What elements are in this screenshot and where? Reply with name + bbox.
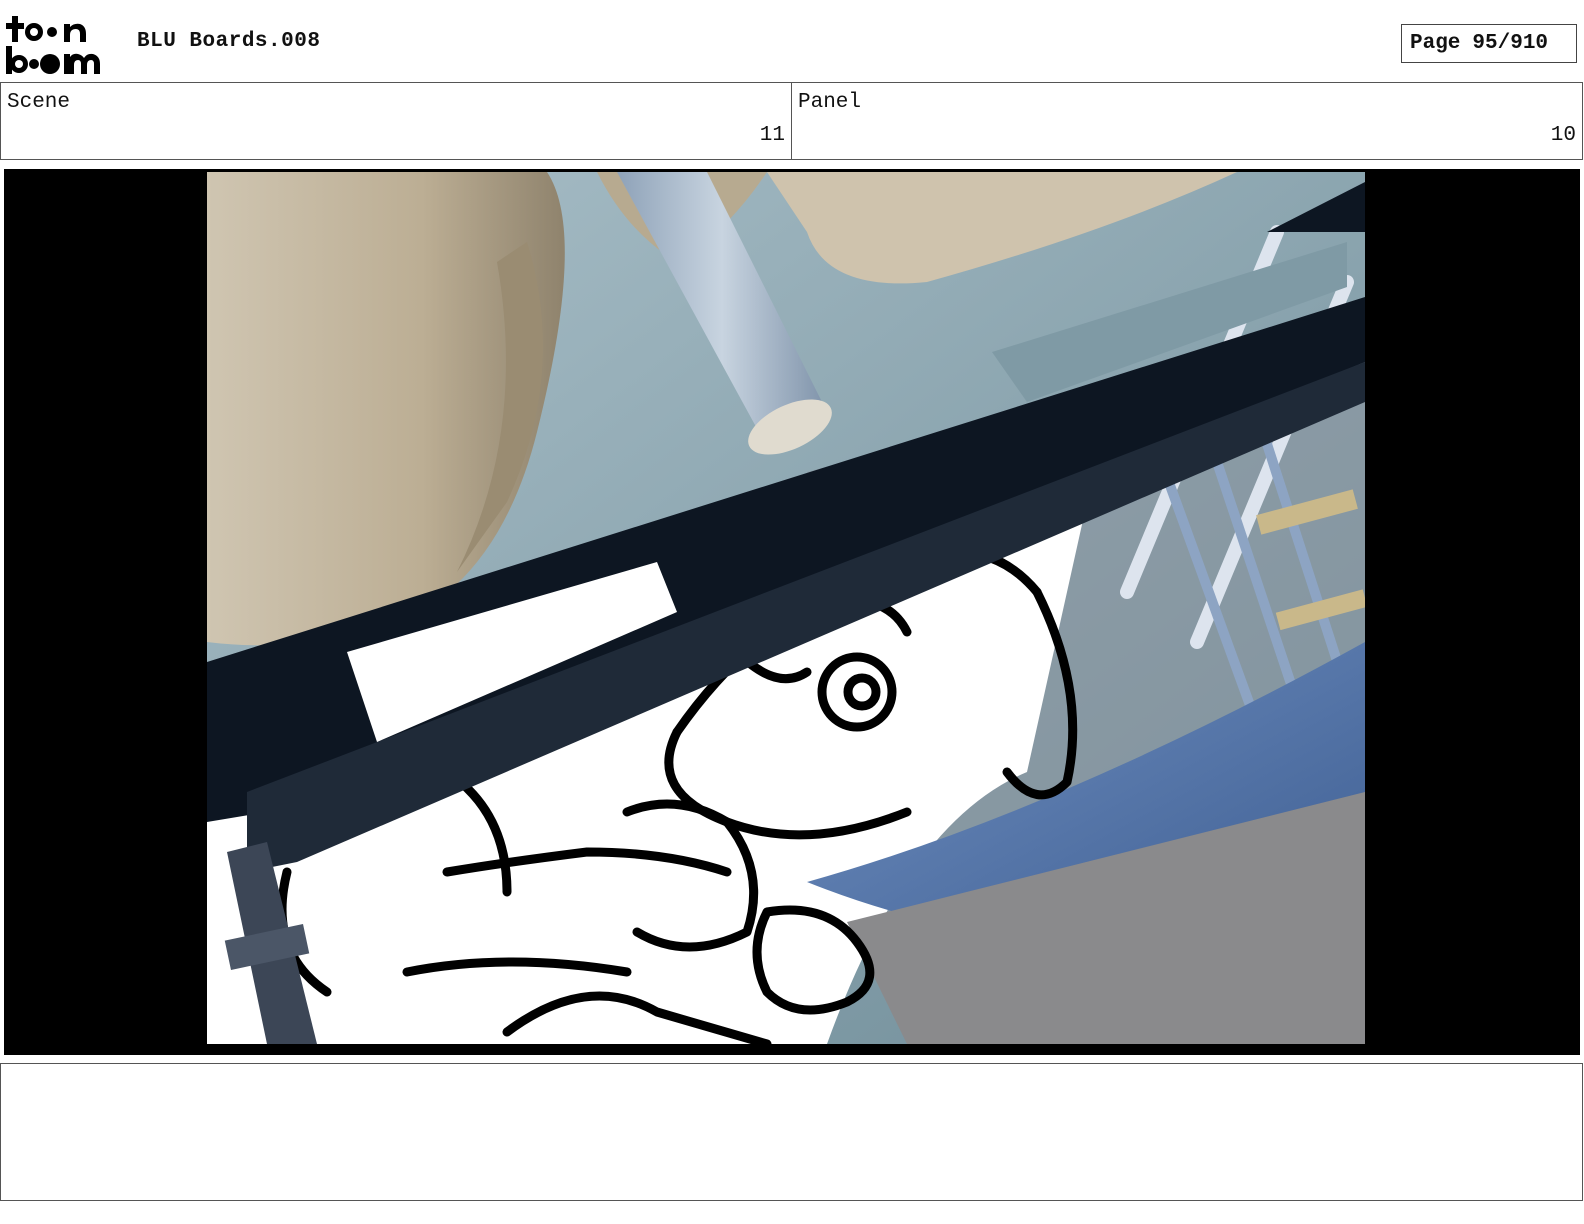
toonboom-logo	[4, 14, 116, 76]
page-number: 95/910	[1472, 32, 1549, 55]
panel-value: 10	[1550, 124, 1576, 147]
panel-label: Panel	[798, 91, 862, 114]
page-label: Page	[1410, 32, 1461, 55]
notes-box	[0, 1063, 1583, 1201]
panel-image	[207, 172, 1365, 1044]
scene-cell: Scene 11	[1, 83, 791, 159]
panel-cell: Panel 10	[791, 83, 1582, 159]
scene-panel-info: Scene 11 Panel 10	[0, 82, 1583, 160]
storyboard-frame	[4, 169, 1580, 1055]
scene-value: 11	[759, 124, 785, 147]
document-title: BLU Boards.008	[137, 30, 321, 53]
page-indicator: Page 95/910	[1401, 24, 1577, 63]
scene-label: Scene	[7, 91, 71, 114]
